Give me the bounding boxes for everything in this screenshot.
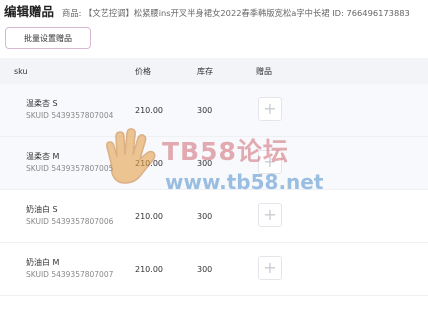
hand-logo-icon <box>106 128 156 184</box>
add-gift-button[interactable]: + <box>258 97 282 121</box>
table-row: 温柔杏 S SKUID 5439357807004 210.00 300 + <box>0 84 428 137</box>
column-header-sku: sku <box>14 66 28 76</box>
plus-icon: + <box>263 205 277 224</box>
add-gift-button[interactable]: + <box>258 203 282 227</box>
sku-id: SKUID 5439357807004 <box>26 111 114 120</box>
sku-price: 210.00 <box>135 106 163 115</box>
sku-name: 奶油白 M <box>26 258 60 267</box>
add-gift-button[interactable]: + <box>258 256 282 280</box>
sku-name: 温柔杏 M <box>26 152 60 161</box>
table-header: sku 价格 库存 赠品 <box>0 58 428 84</box>
sku-stock: 300 <box>197 212 213 221</box>
watermark-url: www.tb58.net <box>165 170 324 194</box>
batch-set-gift-button[interactable]: 批量设置赠品 <box>5 27 91 49</box>
sku-id: SKUID 5439357807006 <box>26 217 114 226</box>
sku-stock: 300 <box>197 106 213 115</box>
sku-name: 奶油白 S <box>26 205 58 214</box>
sku-stock: 300 <box>197 265 213 274</box>
sku-price: 210.00 <box>135 212 163 221</box>
column-header-price: 价格 <box>135 66 151 76</box>
table-row: 奶油白 M SKUID 5439357807007 210.00 300 + <box>0 243 428 296</box>
column-header-gift: 赠品 <box>256 66 272 76</box>
sku-id: SKUID 5439357807007 <box>26 270 114 279</box>
sku-price: 210.00 <box>135 265 163 274</box>
page-title: 编辑赠品 <box>4 4 55 19</box>
plus-icon: + <box>263 99 277 118</box>
table-row: 奶油白 S SKUID 5439357807006 210.00 300 + <box>0 190 428 243</box>
column-header-stock: 库存 <box>197 66 213 76</box>
watermark-text: TB58论坛 <box>162 137 289 166</box>
product-info: 商品: 【文艺控调】松紧腰ins开叉半身裙女2022春季韩版宽松a字中长裙 ID… <box>62 8 410 18</box>
plus-icon: + <box>263 258 277 277</box>
sku-name: 温柔杏 S <box>26 99 58 108</box>
page-header: 编辑赠品 商品: 【文艺控调】松紧腰ins开叉半身裙女2022春季韩版宽松a字中… <box>4 1 410 19</box>
